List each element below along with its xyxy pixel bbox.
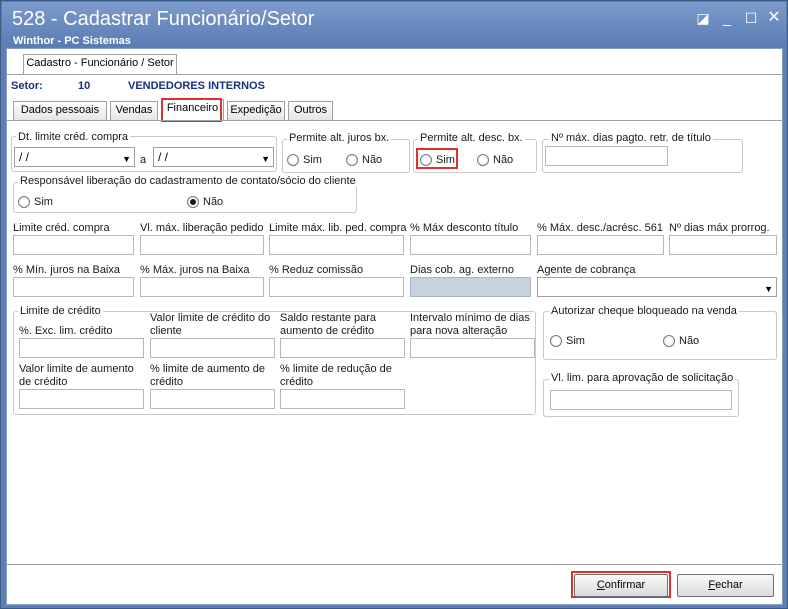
close-rest: echar bbox=[715, 579, 743, 591]
juros-label: Permite alt. juros bx. bbox=[287, 132, 392, 144]
juros-nao-label: Não bbox=[362, 154, 383, 166]
limite-credito-title: Limite de crédito bbox=[18, 305, 103, 317]
desc-label: Permite alt. desc. bx. bbox=[418, 132, 525, 144]
pct-aumento-input[interactable] bbox=[150, 389, 275, 409]
tab-expedicao[interactable]: Expedição bbox=[227, 101, 285, 120]
limite-cred-compra-label: Limite créd. compra bbox=[13, 222, 110, 234]
pct-reducao-label: % limite de redução de crédito bbox=[280, 363, 392, 388]
resp-sim-radio[interactable] bbox=[18, 196, 30, 208]
vl-lim-aprov-input[interactable] bbox=[550, 390, 732, 410]
valor-aumento-label: Valor limite de aumento de crédito bbox=[19, 363, 134, 388]
intervalo-minimo-label: Intervalo mínimo de dias para nova alter… bbox=[410, 312, 530, 337]
valor-aumento-input[interactable] bbox=[19, 389, 144, 409]
juros-sim-label: Sim bbox=[303, 154, 322, 166]
dt-limite-to-value: / / bbox=[158, 150, 169, 164]
max-juros-baixa-input[interactable] bbox=[140, 277, 264, 297]
cheque-sim-label: Sim bbox=[566, 335, 585, 347]
agente-cobranca-label: Agente de cobrança bbox=[537, 264, 636, 276]
reduz-comissao-label: % Reduz comissão bbox=[269, 264, 364, 276]
limite-cred-compra-input[interactable] bbox=[13, 235, 134, 255]
cheque-nao-radio[interactable] bbox=[663, 335, 675, 347]
max-desconto-titulo-label: % Máx desconto título bbox=[410, 222, 519, 234]
vl-max-lib-pedido-input[interactable] bbox=[140, 235, 264, 255]
chevron-down-icon: ▼ bbox=[261, 154, 270, 164]
form-body: Cadastro - Funcionário / Setor Setor: 10… bbox=[6, 48, 783, 605]
dias-cob-ag-externo-label: Dias cob. ag. externo bbox=[410, 264, 514, 276]
cheque-label: Autorizar cheque bloqueado na venda bbox=[549, 305, 739, 317]
chevron-down-icon: ▼ bbox=[122, 154, 131, 164]
dias-max-prorrog-input[interactable] bbox=[669, 235, 777, 255]
pct-aumento-label: % limite de aumento de crédito bbox=[150, 363, 265, 388]
max-desc-acresc-label: % Máx. desc./acrésc. 561 bbox=[537, 222, 663, 234]
close-button[interactable]: Fechar bbox=[677, 574, 774, 597]
window-title: 528 - Cadastrar Funcionário/Setor bbox=[12, 8, 315, 30]
resp-sim-label: Sim bbox=[34, 196, 53, 208]
desc-sim-radio[interactable] bbox=[420, 154, 432, 166]
title-bar: 528 - Cadastrar Funcionário/Setor Wintho… bbox=[2, 2, 786, 47]
saldo-restante-label: Saldo restante para aumento de crédito bbox=[280, 312, 377, 337]
juros-sim-radio[interactable] bbox=[287, 154, 299, 166]
reduz-comissao-input[interactable] bbox=[269, 277, 404, 297]
desc-sim-label: Sim bbox=[436, 154, 455, 166]
dt-limite-sep: a bbox=[140, 154, 147, 166]
exc-lim-credito-input[interactable] bbox=[19, 338, 144, 358]
resp-nao-label: Não bbox=[203, 196, 224, 208]
close-icon[interactable]: ✕ bbox=[765, 10, 783, 26]
valor-lim-cli-input[interactable] bbox=[150, 338, 275, 358]
max-desconto-titulo-input[interactable] bbox=[410, 235, 531, 255]
intervalo-minimo-input[interactable] bbox=[410, 338, 535, 358]
maximize-icon[interactable]: ☐ bbox=[742, 10, 760, 26]
setor-name: VENDEDORES INTERNOS bbox=[128, 80, 265, 92]
minimize-icon[interactable]: _ bbox=[718, 10, 736, 26]
resp-label: Responsável liberação do cadastramento d… bbox=[18, 175, 358, 187]
cheque-sim-radio[interactable] bbox=[550, 335, 562, 347]
application-window: 528 - Cadastrar Funcionário/Setor Wintho… bbox=[0, 0, 788, 609]
dt-limite-from-select[interactable]: / / ▼ bbox=[14, 147, 135, 167]
top-tab-divider bbox=[7, 74, 782, 75]
tab-strip-divider bbox=[7, 120, 782, 121]
valor-lim-cli-label: Valor limite de crédito do cliente bbox=[150, 312, 271, 337]
resp-nao-radio[interactable] bbox=[187, 196, 199, 208]
desc-nao-label: Não bbox=[493, 154, 514, 166]
window-subtitle: Winthor - PC Sistemas bbox=[13, 35, 131, 47]
max-juros-baixa-label: % Máx. juros na Baixa bbox=[140, 264, 250, 276]
chevron-down-icon: ▼ bbox=[764, 284, 773, 294]
confirm-button[interactable]: Confirmar bbox=[574, 574, 668, 597]
setor-code: 10 bbox=[78, 80, 91, 92]
footer-divider bbox=[7, 564, 782, 565]
dt-limite-to-select[interactable]: / / ▼ bbox=[153, 147, 274, 167]
tab-vendas[interactable]: Vendas bbox=[110, 101, 158, 120]
vl-lim-aprov-label: Vl. lim. para aprovação de solicitação bbox=[549, 372, 736, 384]
tab-cadastro-funcionario-setor[interactable]: Cadastro - Funcionário / Setor bbox=[23, 54, 177, 75]
dias-cob-ag-externo-input bbox=[410, 277, 531, 297]
dias-pagto-input[interactable] bbox=[545, 146, 668, 166]
vl-max-lib-pedido-label: Vl. máx. liberação pedido bbox=[140, 222, 264, 234]
limite-max-lib-ped-input[interactable] bbox=[269, 235, 404, 255]
min-juros-baixa-input[interactable] bbox=[13, 277, 134, 297]
max-desc-acresc-input[interactable] bbox=[537, 235, 664, 255]
pct-reducao-input[interactable] bbox=[280, 389, 405, 409]
limite-max-lib-ped-label: Limite máx. lib. ped. compra bbox=[269, 222, 407, 234]
tab-dados-pessoais[interactable]: Dados pessoais bbox=[13, 101, 107, 120]
highlight-financeiro-tab bbox=[161, 98, 222, 122]
cheque-nao-label: Não bbox=[679, 335, 700, 347]
agente-cobranca-select[interactable]: ▼ bbox=[537, 277, 777, 297]
dt-limite-from-value: / / bbox=[19, 150, 30, 164]
dt-limite-label: Dt. limite créd. compra bbox=[16, 131, 131, 143]
dias-max-prorrog-label: Nº dias máx prorrog. bbox=[669, 222, 770, 234]
exc-lim-credito-label: %. Exc. lim. crédito bbox=[19, 325, 113, 337]
restore-icon[interactable]: ◪ bbox=[694, 10, 712, 26]
saldo-restante-input[interactable] bbox=[280, 338, 405, 358]
confirm-rest: onfirmar bbox=[604, 579, 646, 591]
confirm-accel: C bbox=[596, 579, 605, 591]
dias-pagto-label: Nº máx. dias pagto. retr. de título bbox=[549, 132, 713, 144]
desc-nao-radio[interactable] bbox=[477, 154, 489, 166]
setor-label: Setor: bbox=[11, 80, 43, 92]
tab-outros[interactable]: Outros bbox=[288, 101, 333, 120]
min-juros-baixa-label: % Mín. juros na Baixa bbox=[13, 264, 120, 276]
juros-nao-radio[interactable] bbox=[346, 154, 358, 166]
